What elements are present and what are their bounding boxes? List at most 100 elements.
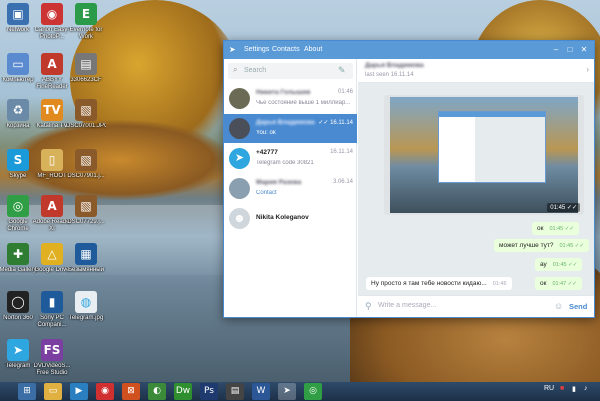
volume-tray-icon[interactable]: ♪ (584, 385, 588, 392)
app-icon: TV (41, 99, 63, 121)
search-input[interactable]: ⌕ Search (228, 63, 353, 79)
message-time: 01:45 ✓✓ (559, 243, 585, 249)
chat-preview: You: ok (256, 130, 276, 136)
app-icon: ✚ (7, 243, 29, 265)
desktop-icon-label: Telegram.jpg (68, 315, 104, 321)
message-outgoing[interactable]: ок 01:47 ✓✓ (535, 277, 582, 290)
app-icon: S (7, 149, 29, 171)
message-incoming[interactable]: Ну просто я там тебе новости кидаю... 01:… (366, 277, 512, 290)
app-icon: ▧ (75, 99, 97, 121)
maximize-icon[interactable]: □ (564, 44, 576, 56)
app-icon: A (41, 53, 63, 75)
message-time: 01:45 ✓✓ (549, 226, 574, 232)
avatar (229, 118, 250, 139)
message-outgoing[interactable]: ок 01:45 ✓✓ (532, 222, 579, 235)
chat-item[interactable]: ➤ +42777 Telegram code 30821 16.11.14 (224, 144, 357, 173)
app-icon: ▭ (7, 53, 29, 75)
compose-icon[interactable]: ✎ (338, 65, 346, 76)
avatar (229, 88, 250, 109)
desktop-icon-label: Безымянный (68, 267, 104, 273)
chat-list-panel: ⌕ Search ✎ Никита Голышев Чье состояние … (224, 59, 357, 317)
chat-item-active[interactable]: Дарья Владимова You: ok ✓✓ 16.11.14 (224, 114, 357, 143)
app-icon: ▤ (75, 53, 97, 75)
app-icon: ◯ (7, 291, 29, 313)
desktop-icon[interactable]: E Evernote for Work (66, 3, 106, 41)
app-icon: ◍ (75, 291, 97, 313)
taskbar-app-icon[interactable]: ◐ (148, 383, 166, 400)
chat-time-value: 16.11.14 (330, 120, 353, 126)
chat-name: Мария Разова (256, 179, 302, 186)
message-outgoing[interactable]: ау 01:45 ✓✓ (535, 258, 583, 271)
photo-message[interactable]: 01:45 ✓✓ (384, 95, 584, 215)
desktop-icon-label: DSC07901.j... (67, 173, 105, 179)
chat-item[interactable]: Никита Голышев Чье состояние выше 1 милл… (224, 84, 357, 113)
desktop-icon[interactable]: ◍ Telegram.jpg (66, 291, 106, 322)
message-text: может лучше тут? (499, 242, 554, 249)
desktop-icon[interactable]: ▧ DSC07001.JPG (66, 99, 106, 130)
chat-time: 01:46 (337, 89, 353, 95)
chat-time: ✓✓ 16.11.14 (318, 119, 353, 126)
app-icon: ▮ (41, 291, 63, 313)
taskbar-app-icon[interactable]: ▶ (70, 383, 88, 400)
menu-contacts[interactable]: Contacts (272, 46, 300, 53)
app-icon: A (41, 195, 63, 217)
desktop-icon[interactable]: ▦ Безымянный (66, 243, 106, 274)
taskbar-app-icon[interactable]: Dw (174, 383, 192, 400)
chat-preview: Contact (256, 190, 277, 196)
desktop-icon-label: Evernote for Work (69, 27, 103, 40)
emoji-icon[interactable]: ☺ (554, 301, 563, 311)
message-input[interactable]: Write a message... (378, 302, 528, 309)
taskbar-app-icon[interactable]: ◎ (304, 383, 322, 400)
avatar (229, 178, 250, 199)
message-text: ок (540, 280, 547, 287)
chat-header[interactable]: Дарья Владимова last seen 16.11.14 › (358, 59, 594, 83)
chat-item[interactable]: Мария Разова Contact 3.06.14 (224, 174, 357, 203)
search-placeholder: Search (244, 67, 267, 74)
app-icon: ◎ (7, 195, 29, 217)
network-tray-icon[interactable]: ▮ (572, 385, 576, 393)
message-text: ок (537, 225, 544, 232)
desktop-icon[interactable]: ▧ DSC07901.j... (66, 149, 106, 180)
mini-telegram-window (438, 111, 546, 183)
title-bar[interactable]: ➤ Settings Contacts About – □ ✕ (224, 41, 594, 59)
app-icon: ▧ (75, 149, 97, 171)
chat-name: Nikita Koleganov (256, 214, 309, 221)
user-avatar-icon: ☻ (229, 208, 250, 229)
desktop-icon-label: DSC07001.JPG (66, 123, 106, 129)
desktop-icon[interactable]: FS DVDVideoS... Free Studio (32, 339, 72, 377)
minimize-icon[interactable]: – (550, 44, 562, 56)
taskbar-app-icon[interactable]: Ps (200, 383, 218, 400)
menu-about[interactable]: About (304, 46, 322, 53)
taskbar-app-icon[interactable]: ◉ (96, 383, 114, 400)
message-time: 01:46 (492, 281, 507, 287)
desktop-icon[interactable]: ▤ 3306623CF (66, 53, 106, 84)
taskbar: ⊞ ▭ ▶ ◉ ⊠ ◐ Dw Ps ▤ W ➤ ◎ RU ■ ▮ ♪ (0, 382, 600, 401)
message-outgoing[interactable]: может лучше тут? 01:45 ✓✓ (494, 239, 590, 252)
screenshot-thumbnail (390, 97, 578, 213)
taskbar-app-icon[interactable]: ⊞ (18, 383, 36, 400)
taskbar-app-icon[interactable]: ⊠ (122, 383, 140, 400)
send-button[interactable]: Send (569, 302, 587, 311)
chat-item[interactable]: ☻ Nikita Koleganov (224, 204, 357, 233)
taskbar-app-icon[interactable]: ➤ (278, 383, 296, 400)
menu-settings[interactable]: Settings (244, 46, 269, 53)
chat-title: Дарья Владимова (365, 62, 424, 69)
attach-icon[interactable]: ⚲ (365, 301, 372, 312)
taskbar-app-icon[interactable]: ▭ (44, 383, 62, 400)
chat-preview: Чье состояние выше 1 миллиар... (256, 100, 351, 106)
app-icon: ➤ (7, 339, 29, 361)
chevron-right-icon[interactable]: › (586, 65, 589, 74)
desktop-icon[interactable]: ▧ DSC07729.j... (66, 195, 106, 226)
app-icon: ◉ (41, 3, 63, 25)
language-indicator[interactable]: RU (544, 385, 554, 392)
chat-time: 3.06.14 (332, 179, 353, 185)
app-icon: ▧ (75, 195, 97, 217)
taskbar-app-icon[interactable]: ▤ (226, 383, 244, 400)
close-icon[interactable]: ✕ (578, 44, 590, 56)
antivirus-tray-icon[interactable]: ■ (560, 385, 564, 392)
read-checks-icon: ✓✓ (318, 120, 331, 126)
message-time: 01:47 ✓✓ (552, 281, 577, 287)
app-icon: ▦ (75, 243, 97, 265)
app-icon: ▯ (41, 149, 63, 171)
taskbar-app-icon[interactable]: W (252, 383, 270, 400)
